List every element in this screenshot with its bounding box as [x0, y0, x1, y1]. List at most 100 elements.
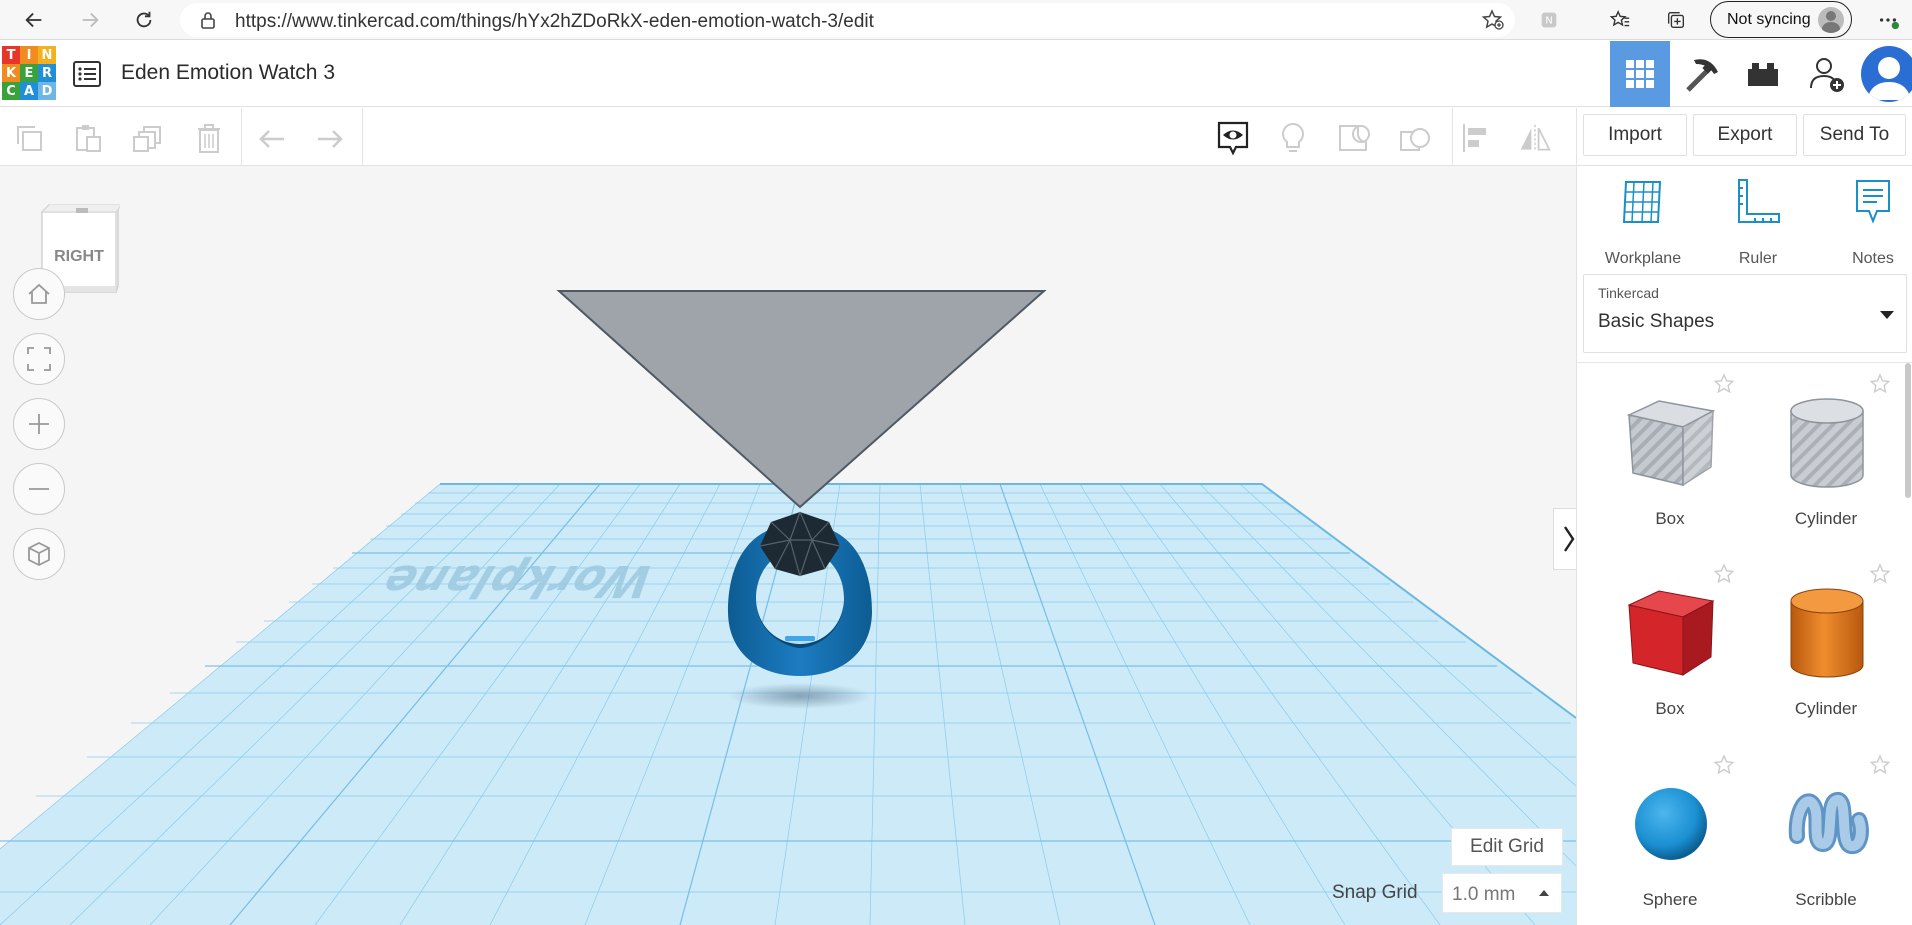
- logo-letter: K: [2, 64, 20, 82]
- view-cube-face-label: RIGHT: [54, 248, 104, 265]
- star-icon[interactable]: [1869, 563, 1891, 585]
- notes-tool[interactable]: Notes: [1818, 178, 1912, 267]
- eye-comment-icon: [1217, 121, 1249, 156]
- back-icon[interactable]: [18, 4, 50, 36]
- ruler-tool[interactable]: Ruler: [1703, 178, 1813, 267]
- redo-button[interactable]: [313, 121, 347, 155]
- box-thumbnail: [1627, 590, 1715, 676]
- workplane-tool[interactable]: Workplane: [1588, 178, 1698, 267]
- extension-icon[interactable]: N: [1533, 4, 1565, 36]
- align-icon: [1463, 124, 1486, 152]
- shape-name: Sphere: [1642, 890, 1698, 909]
- zoom-out-button[interactable]: [13, 463, 65, 515]
- notes-tool-label: Notes: [1852, 250, 1894, 267]
- brick-icon: [1748, 63, 1778, 86]
- logo-letter: I: [20, 46, 38, 64]
- hint-button[interactable]: [1276, 121, 1310, 155]
- shape-sphere[interactable]: Sphere: [1595, 744, 1745, 909]
- shape-box-hole[interactable]: Box: [1595, 363, 1745, 528]
- svg-text:N: N: [1545, 16, 1553, 27]
- logo-letter: E: [20, 64, 38, 82]
- scribble-thumbnail: [1788, 792, 1869, 854]
- notes-toggle-button[interactable]: [1216, 121, 1250, 156]
- project-title[interactable]: Eden Emotion Watch 3: [121, 61, 335, 85]
- ungroup-icon: [1400, 128, 1430, 151]
- undo-button[interactable]: [255, 121, 289, 155]
- paste-button[interactable]: [71, 121, 105, 155]
- 3d-viewport[interactable]: Workplane RIGHT Edit Grid Snap Grid 1.0 …: [0, 166, 1576, 925]
- workplane-scene[interactable]: Workplane: [0, 166, 1576, 925]
- sync-status-label: Not syncing: [1727, 10, 1811, 28]
- home-icon: [28, 283, 50, 304]
- invite-user-button[interactable]: [1797, 41, 1857, 107]
- shape-box[interactable]: Box: [1595, 553, 1745, 718]
- fit-to-view-icon: [27, 347, 51, 371]
- mirror-icon: [1520, 124, 1551, 152]
- minecraft-view-button[interactable]: [1672, 41, 1732, 107]
- bricks-view-button[interactable]: [1733, 41, 1793, 107]
- duplicate-icon: [133, 126, 161, 152]
- send-to-button[interactable]: Send To: [1803, 114, 1906, 156]
- shape-cylinder[interactable]: Cylinder: [1751, 553, 1901, 718]
- tinkercad-logo[interactable]: T I N K E R C A D: [2, 46, 56, 100]
- lightbulb-icon: [1282, 122, 1304, 152]
- snap-grid-select[interactable]: 1.0 mm: [1442, 873, 1562, 913]
- snap-grid-value: 1.0 mm: [1452, 884, 1516, 905]
- refresh-icon[interactable]: [128, 4, 160, 36]
- import-button[interactable]: Import: [1583, 114, 1687, 156]
- user-avatar[interactable]: [1861, 46, 1912, 102]
- logo-letter: R: [38, 64, 56, 82]
- home-view-button[interactable]: [13, 268, 65, 320]
- export-button[interactable]: Export: [1693, 114, 1797, 156]
- 3d-design-view-button[interactable]: [1610, 41, 1670, 107]
- favorites-icon[interactable]: [1604, 4, 1636, 36]
- shape-library-select[interactable]: Tinkercad Basic Shapes: [1583, 274, 1907, 353]
- lock-icon[interactable]: [198, 10, 218, 30]
- duplicate-button[interactable]: [131, 121, 165, 155]
- address-bar[interactable]: https://www.tinkercad.com/things/hYx2hZD…: [180, 3, 1515, 37]
- perspective-toggle-button[interactable]: [13, 528, 65, 580]
- add-favorite-icon[interactable]: [1481, 9, 1505, 31]
- toolbar-divider: [241, 108, 242, 166]
- shape-scribble[interactable]: Scribble: [1751, 744, 1901, 909]
- caret-up-icon: [1539, 890, 1549, 896]
- shape-name: Cylinder: [1794, 699, 1858, 718]
- scrollbar[interactable]: [1905, 363, 1911, 498]
- group-button[interactable]: [1337, 121, 1371, 155]
- ruler-tool-label: Ruler: [1738, 250, 1778, 267]
- plus-icon: [29, 414, 49, 434]
- star-icon[interactable]: [1713, 754, 1735, 776]
- align-button[interactable]: [1458, 121, 1492, 155]
- collections-icon[interactable]: [1660, 4, 1692, 36]
- logo-letter: A: [20, 82, 38, 100]
- logo-letter: C: [2, 82, 20, 100]
- star-icon[interactable]: [1713, 373, 1735, 395]
- design-list-icon[interactable]: [72, 60, 102, 88]
- mirror-button[interactable]: [1518, 121, 1552, 155]
- copy-button[interactable]: [12, 121, 46, 155]
- profile-sync-button[interactable]: Not syncing: [1710, 1, 1852, 38]
- pyramid-model[interactable]: [556, 290, 1047, 509]
- caret-down-icon: [1880, 311, 1894, 319]
- shape-cylinder-hole[interactable]: Cylinder: [1751, 363, 1901, 528]
- ungroup-button[interactable]: [1398, 121, 1432, 155]
- delete-button[interactable]: [192, 121, 226, 155]
- browser-toolbar: https://www.tinkercad.com/things/hYx2hZD…: [0, 0, 1912, 40]
- snap-grid-label: Snap Grid: [1332, 882, 1418, 903]
- panel-toggle-button[interactable]: [1553, 508, 1576, 570]
- cube-icon: [28, 541, 50, 567]
- url-text[interactable]: https://www.tinkercad.com/things/hYx2hZD…: [235, 11, 874, 33]
- zoom-in-button[interactable]: [13, 398, 65, 450]
- profile-avatar-icon: [1818, 7, 1844, 33]
- more-icon[interactable]: [1872, 4, 1904, 36]
- star-icon[interactable]: [1869, 373, 1891, 395]
- redo-icon: [318, 130, 343, 148]
- fit-view-button[interactable]: [13, 333, 65, 385]
- ruler-icon: [1738, 179, 1780, 223]
- star-icon[interactable]: [1869, 754, 1891, 776]
- workplane-tool-label: Workplane: [1604, 250, 1682, 267]
- edit-grid-button[interactable]: Edit Grid: [1451, 828, 1563, 866]
- forward-icon[interactable]: [74, 4, 106, 36]
- shape-name: Cylinder: [1794, 509, 1858, 528]
- star-icon[interactable]: [1713, 563, 1735, 585]
